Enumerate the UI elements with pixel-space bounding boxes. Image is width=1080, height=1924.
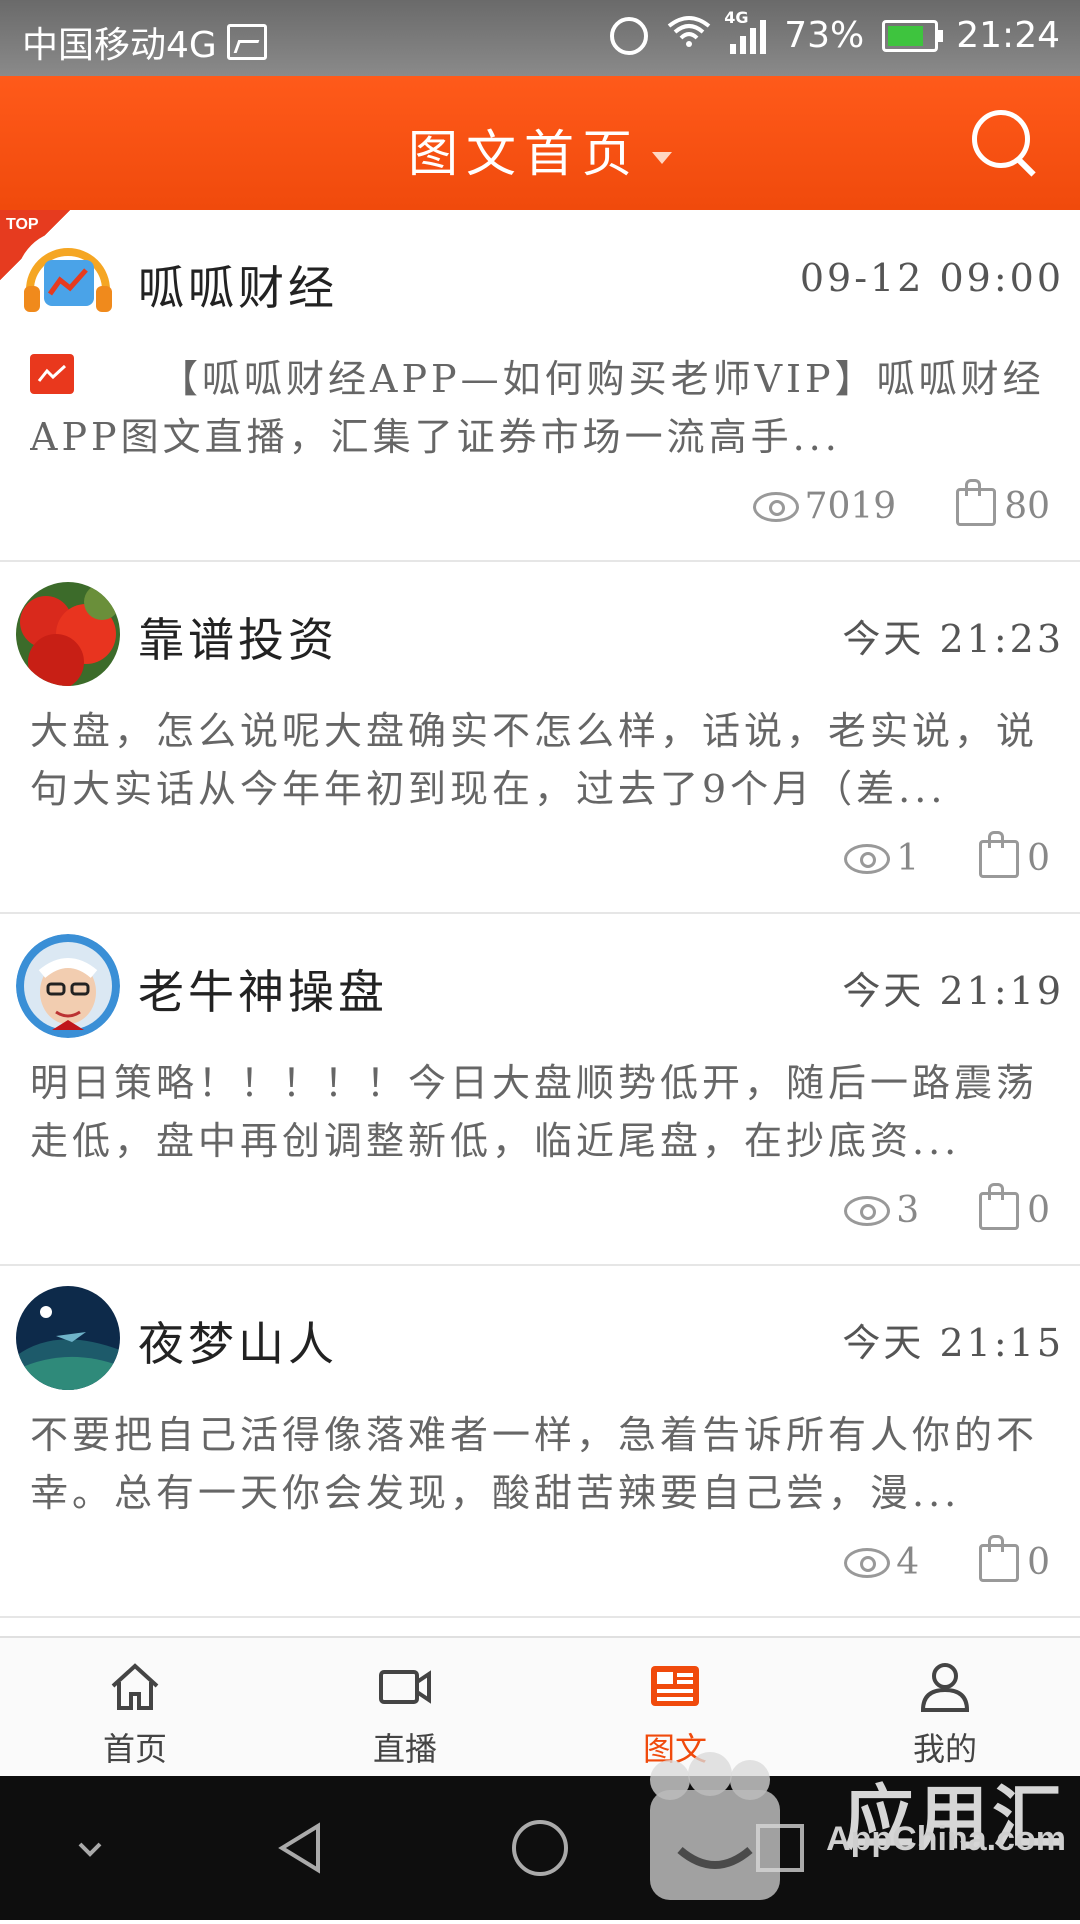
avatar[interactable] bbox=[16, 582, 120, 686]
author-name[interactable]: 靠谱投资 bbox=[138, 604, 338, 670]
like-count: 0 bbox=[1027, 838, 1050, 879]
post-stats: 1 0 bbox=[844, 830, 1050, 879]
network-type-label: 4G bbox=[724, 7, 749, 27]
author-name[interactable]: 夜梦山人 bbox=[138, 1308, 338, 1374]
thumbs-up-icon[interactable] bbox=[956, 478, 997, 526]
nav-home-label: 首页 bbox=[102, 1730, 167, 1768]
views-icon bbox=[844, 1547, 891, 1578]
battery-percent: 73% bbox=[784, 15, 865, 56]
app-bar: 图文首页 bbox=[0, 76, 1080, 210]
chevron-down-icon[interactable] bbox=[54, 1812, 126, 1884]
view-count: 7019 bbox=[804, 486, 897, 527]
article-icon bbox=[651, 1666, 699, 1706]
view-count: 1 bbox=[896, 838, 920, 879]
post-card[interactable]: 老牛神操盘 今天 21:19 明日策略！！！！！今日大盘顺势低开，随后一路震荡走… bbox=[0, 914, 1080, 1266]
page-title-dropdown[interactable]: 图文首页 bbox=[0, 114, 1080, 186]
status-bar: 中国移动4G 4G 73% 21:24 bbox=[0, 0, 1080, 76]
alarm-icon bbox=[610, 16, 649, 55]
views-icon bbox=[844, 843, 891, 874]
thumbs-up-icon[interactable] bbox=[979, 1182, 1020, 1230]
post-time: 今天 21:19 bbox=[842, 969, 1064, 1013]
clock: 21:24 bbox=[956, 15, 1060, 56]
post-stats: 3 0 bbox=[844, 1182, 1050, 1231]
nav-home[interactable]: 首页 bbox=[0, 1638, 270, 1778]
thumbs-up-icon[interactable] bbox=[979, 1534, 1020, 1582]
post-card[interactable]: TOP 呱呱财经 09-12 09:00 【呱呱财经APP—如何购买老师VIP】… bbox=[0, 210, 1080, 562]
nav-live-label: 直播 bbox=[372, 1730, 437, 1768]
avatar[interactable] bbox=[16, 1286, 120, 1390]
post-feed[interactable]: TOP 呱呱财经 09-12 09:00 【呱呱财经APP—如何购买老师VIP】… bbox=[0, 210, 1080, 1618]
post-card[interactable]: 夜梦山人 今天 21:15 不要把自己活得像落难者一样，急着告诉所有人你的不幸。… bbox=[0, 1266, 1080, 1618]
author-name[interactable]: 老牛神操盘 bbox=[138, 956, 388, 1022]
like-count: 0 bbox=[1027, 1190, 1050, 1231]
back-icon[interactable] bbox=[266, 1812, 338, 1884]
post-time: 今天 21:15 bbox=[842, 1321, 1064, 1365]
home-icon bbox=[111, 1663, 159, 1710]
view-count: 3 bbox=[896, 1190, 920, 1231]
gallery-notification-icon bbox=[226, 24, 267, 60]
avatar[interactable] bbox=[16, 230, 120, 334]
cell-signal-icon: 4G bbox=[724, 8, 767, 54]
wifi-icon bbox=[666, 14, 712, 57]
post-excerpt[interactable]: 大盘，怎么说呢大盘确实不怎么样，话说，老实说，说句大实话从今年年初到现在，过去了… bbox=[30, 702, 1050, 818]
post-excerpt[interactable]: 不要把自己活得像落难者一样，急着告诉所有人你的不幸。总有一天你会发现，酸甜苦辣要… bbox=[30, 1406, 1050, 1522]
caret-down-icon bbox=[652, 151, 672, 164]
home-circle-icon[interactable] bbox=[504, 1812, 576, 1884]
like-count: 80 bbox=[1004, 486, 1050, 527]
profile-icon bbox=[920, 1663, 970, 1712]
views-icon bbox=[752, 491, 799, 522]
carrier-label: 中国移动4G bbox=[22, 25, 217, 66]
post-time: 09-12 09:00 bbox=[799, 256, 1064, 300]
nav-live[interactable]: 直播 bbox=[270, 1638, 540, 1778]
page-title: 图文首页 bbox=[408, 125, 640, 183]
views-icon bbox=[844, 1195, 891, 1226]
watermark-logo-icon bbox=[650, 1752, 780, 1900]
post-stats: 4 0 bbox=[844, 1534, 1050, 1583]
author-name[interactable]: 呱呱财经 bbox=[138, 252, 338, 318]
view-count: 4 bbox=[896, 1542, 920, 1583]
avatar[interactable] bbox=[16, 934, 120, 1038]
search-button[interactable] bbox=[968, 106, 1040, 178]
like-count: 0 bbox=[1027, 1542, 1050, 1583]
post-excerpt[interactable]: 【呱呱财经APP—如何购买老师VIP】呱呱财经APP图文直播，汇集了证券市场一流… bbox=[30, 350, 1050, 466]
thumbs-up-icon[interactable] bbox=[979, 830, 1020, 878]
post-time: 今天 21:23 bbox=[842, 617, 1064, 661]
watermark-domain: AppChina.com bbox=[826, 1820, 1066, 1858]
post-card[interactable]: 靠谱投资 今天 21:23 大盘，怎么说呢大盘确实不怎么样，话说，老实说，说句大… bbox=[0, 562, 1080, 914]
post-excerpt[interactable]: 明日策略！！！！！今日大盘顺势低开，随后一路震荡走低，盘中再创调整新低，临近尾盘… bbox=[30, 1054, 1050, 1170]
battery-icon bbox=[882, 19, 944, 52]
video-icon bbox=[379, 1670, 431, 1704]
post-stats: 7019 80 bbox=[752, 478, 1050, 527]
